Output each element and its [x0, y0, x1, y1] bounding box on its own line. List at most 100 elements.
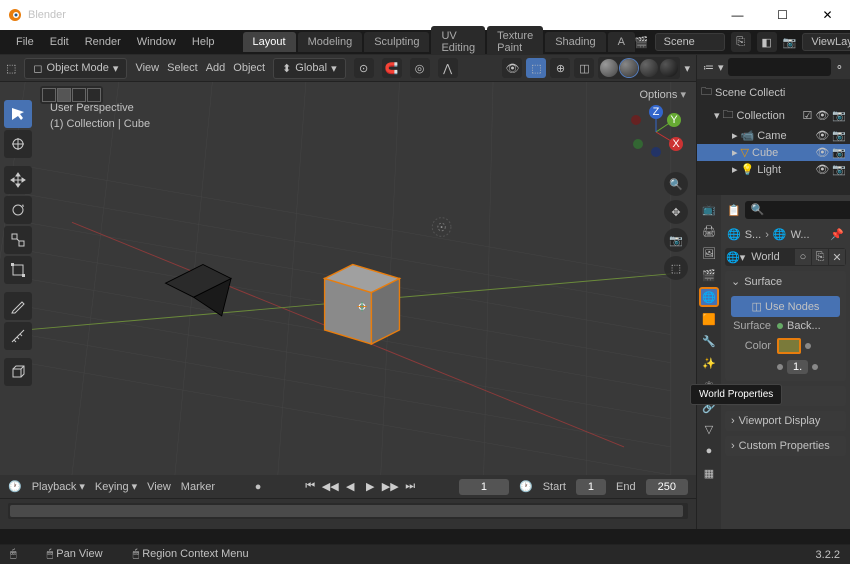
props-editor-icon[interactable]: 📋: [727, 204, 741, 217]
vp-menu-view[interactable]: View: [135, 62, 159, 74]
tree-scene-collection[interactable]: 🗀 Scene Collecti: [697, 81, 850, 104]
shading-dropdown-icon[interactable]: ▾: [684, 62, 690, 75]
viewport-3d[interactable]: User Perspective (1) Collection | Cube O…: [0, 82, 696, 475]
add-cube-tool[interactable]: [4, 358, 32, 386]
viewport-display-header[interactable]: › Viewport Display: [725, 411, 846, 431]
persp-ortho-icon[interactable]: ⬚: [664, 256, 688, 280]
camera-icon[interactable]: 📷: [832, 109, 846, 122]
shading-mode[interactable]: [598, 57, 680, 79]
vp-menu-object[interactable]: Object: [233, 62, 265, 74]
camera-icon[interactable]: 📷: [832, 163, 846, 176]
overlay-toggle-icon[interactable]: ⊕: [550, 58, 570, 78]
checkbox-icon[interactable]: ☑: [802, 109, 812, 122]
maximize-button[interactable]: ☐: [760, 0, 805, 30]
annotate-tool[interactable]: [4, 292, 32, 320]
world-datablock[interactable]: 🌐▾ World ○ ⎘ ✕: [725, 248, 846, 266]
timeline-keying[interactable]: Keying ▾: [95, 480, 137, 493]
rotate-tool[interactable]: [4, 196, 32, 224]
particle-tab-icon[interactable]: ✨: [699, 353, 719, 373]
props-search[interactable]: [745, 201, 850, 219]
jump-start-icon[interactable]: ⏮: [301, 478, 319, 496]
select-box-tool[interactable]: [4, 100, 32, 128]
data-tab-icon[interactable]: ▽: [699, 419, 719, 439]
disclosure-icon[interactable]: ▸: [732, 146, 738, 159]
surface-header[interactable]: ⌄ Surface: [725, 271, 846, 292]
menu-help[interactable]: Help: [184, 33, 223, 51]
rendered-shading-icon[interactable]: [660, 59, 678, 77]
tree-collection[interactable]: ▾ 🗀 Collection ☑👁📷: [697, 104, 850, 127]
strength-input[interactable]: 1.: [787, 360, 808, 374]
start-frame-input[interactable]: 1: [576, 479, 606, 495]
timeline-marker[interactable]: Marker: [181, 481, 215, 493]
tab-texture[interactable]: Texture Paint: [487, 26, 543, 58]
misc-icon[interactable]: ⋀: [438, 58, 458, 78]
use-nodes-button[interactable]: ◫ Use Nodes: [731, 296, 840, 317]
vp-menu-select[interactable]: Select: [167, 62, 198, 74]
end-frame-input[interactable]: 250: [646, 479, 688, 495]
viewlayer-tab-icon[interactable]: 🖼: [699, 243, 719, 263]
gizmo-toggle-icon[interactable]: ⬚: [526, 58, 546, 78]
menu-file[interactable]: File: [8, 33, 42, 51]
menu-render[interactable]: Render: [77, 33, 129, 51]
timeline-clock-icon[interactable]: 🕐: [519, 480, 533, 493]
viewlayer-selector[interactable]: ViewLayer: [802, 33, 850, 51]
disclosure-icon[interactable]: ▾: [714, 109, 720, 122]
render-tab-icon[interactable]: 📺: [699, 199, 719, 219]
transform-tool[interactable]: [4, 256, 32, 284]
timeline-scrubber[interactable]: [8, 503, 688, 519]
eye-icon[interactable]: 👁: [815, 129, 829, 142]
move-tool[interactable]: [4, 166, 32, 194]
object-tab-icon[interactable]: 🟧: [699, 309, 719, 329]
play-reverse-icon[interactable]: ◀: [341, 478, 359, 496]
tree-cube[interactable]: ▸ ▽ Cube 👁📷: [697, 144, 850, 161]
scene-tab-icon[interactable]: 🎬: [699, 265, 719, 285]
camera-view-icon[interactable]: 📷: [664, 228, 688, 252]
jump-end-icon[interactable]: ⏭: [401, 478, 419, 496]
world-users-icon[interactable]: ○: [795, 249, 811, 265]
proportional-icon[interactable]: ◎: [410, 58, 430, 78]
filter-icon[interactable]: ⚬: [835, 61, 844, 74]
outliner-mode-icon[interactable]: ▾: [718, 61, 724, 74]
nav-gizmo[interactable]: X Y Z: [626, 102, 686, 162]
menu-window[interactable]: Window: [129, 33, 184, 51]
minimize-button[interactable]: —: [715, 0, 760, 30]
current-frame-input[interactable]: 1: [459, 479, 509, 495]
scene-browse-icon[interactable]: ⎘: [731, 32, 751, 52]
world-tab-icon[interactable]: 🌐: [699, 287, 719, 307]
wireframe-shading-icon[interactable]: [600, 59, 618, 77]
move-view-icon[interactable]: ✥: [664, 200, 688, 224]
timeline-view[interactable]: View: [147, 481, 171, 493]
tab-uv[interactable]: UV Editing: [431, 26, 485, 58]
eye-icon[interactable]: 👁: [815, 109, 829, 122]
outliner-search[interactable]: [728, 58, 831, 76]
snap-icon[interactable]: 🧲: [382, 58, 402, 78]
prev-keyframe-icon[interactable]: ◀◀: [321, 478, 339, 496]
viewport-options[interactable]: Options ▾: [640, 88, 687, 101]
pin-icon[interactable]: 📌: [830, 228, 844, 241]
world-unlink-icon[interactable]: ✕: [829, 249, 845, 265]
camera-icon[interactable]: 📷: [832, 129, 846, 142]
scene-selector[interactable]: Scene: [655, 33, 725, 51]
pivot-icon[interactable]: ⊙: [354, 58, 374, 78]
outliner-editor-icon[interactable]: ≔: [703, 61, 714, 74]
autokey-icon[interactable]: ●: [255, 481, 262, 493]
disclosure-icon[interactable]: ▸: [732, 129, 738, 142]
solid-shading-icon[interactable]: [620, 59, 638, 77]
surface-shader-value[interactable]: Back...: [777, 320, 840, 332]
tab-anim[interactable]: A: [608, 32, 635, 52]
disclosure-icon[interactable]: ▸: [732, 163, 738, 176]
scale-tool[interactable]: [4, 226, 32, 254]
menu-edit[interactable]: Edit: [42, 33, 77, 51]
vp-menu-add[interactable]: Add: [206, 62, 226, 74]
material-shading-icon[interactable]: [640, 59, 658, 77]
material-tab-icon[interactable]: ●: [699, 441, 719, 461]
camera-icon[interactable]: 📷: [832, 146, 846, 159]
custom-props-header[interactable]: › Custom Properties: [725, 436, 846, 456]
world-color-swatch[interactable]: [777, 338, 801, 354]
view-object-types-icon[interactable]: 👁: [502, 58, 522, 78]
tab-shading[interactable]: Shading: [545, 32, 605, 52]
modifier-tab-icon[interactable]: 🔧: [699, 331, 719, 351]
play-icon[interactable]: ▶: [361, 478, 379, 496]
tree-light[interactable]: ▸ 💡 Light 👁📷: [697, 161, 850, 178]
cursor-tool[interactable]: [4, 130, 32, 158]
